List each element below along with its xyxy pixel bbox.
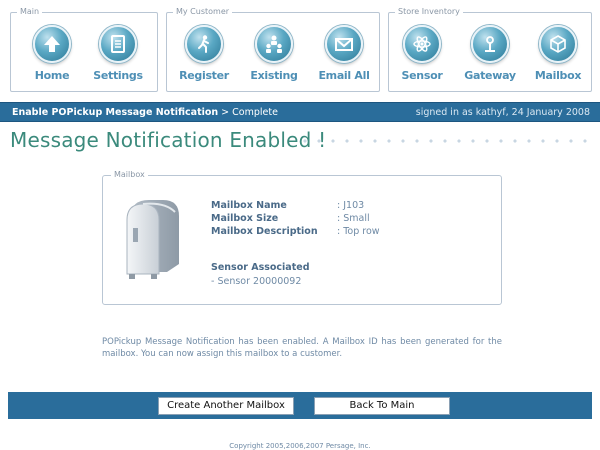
- mailbox-box-icon: [539, 25, 577, 63]
- home-arrow-icon: [33, 25, 71, 63]
- field-label: Mailbox Size: [211, 213, 279, 224]
- sensor-atom-icon: [403, 25, 441, 63]
- nav-label: Existing: [250, 69, 298, 82]
- confirmation-message: POPickup Message Notification has been e…: [102, 337, 502, 359]
- breadcrumb-separator: >: [221, 107, 230, 118]
- page-title: Message Notification Enabled !: [10, 128, 327, 152]
- breadcrumb-step: Complete: [232, 107, 278, 118]
- nav-group-main: Main Home Settings: [10, 6, 158, 92]
- sensor-associated-value: - Sensor 20000092: [211, 276, 302, 287]
- signed-in-info: signed in as kathyf, 24 January 2008: [415, 107, 590, 118]
- panel-label: Mailbox: [111, 169, 148, 181]
- gateway-antenna-icon: [471, 25, 509, 63]
- nav-register-button[interactable]: Register: [177, 25, 231, 89]
- email-envelope-icon: [325, 25, 363, 63]
- settings-document-icon: [99, 25, 137, 63]
- nav-group-store-inventory: Store Inventory Sensor Gateway Mailbox: [388, 6, 592, 92]
- nav-gateway-button[interactable]: Gateway: [463, 25, 517, 89]
- nav-label: Mailbox: [534, 69, 582, 82]
- nav-settings-button[interactable]: Settings: [91, 25, 145, 89]
- status-bar: Enable POPickup Message Notification > Com…: [0, 102, 600, 122]
- existing-users-icon: [255, 25, 293, 63]
- nav-email-all-button[interactable]: Email All: [317, 25, 371, 89]
- create-another-mailbox-button[interactable]: Create Another Mailbox: [158, 397, 294, 415]
- nav-home-button[interactable]: Home: [25, 25, 79, 89]
- nav-mailbox-button[interactable]: Mailbox: [531, 25, 585, 89]
- nav-label: Sensor: [401, 69, 443, 82]
- back-to-main-button[interactable]: Back To Main: [314, 397, 450, 415]
- register-walker-icon: [185, 25, 223, 63]
- nav-group-label: Main: [17, 6, 43, 18]
- title-dotted-divider: [298, 137, 592, 145]
- action-bar: Create Another Mailbox Back To Main: [8, 392, 592, 419]
- nav-group-label: Store Inventory: [395, 6, 463, 18]
- nav-group-label: My Customer: [173, 6, 233, 18]
- nav-label: Gateway: [464, 69, 516, 82]
- breadcrumb-current: Enable POPickup Message Notification: [12, 107, 219, 118]
- sensor-associated-heading: Sensor Associated: [211, 262, 310, 273]
- field-value: : J103: [337, 200, 365, 211]
- nav-sensor-button[interactable]: Sensor: [395, 25, 449, 89]
- mailbox-image: [126, 200, 179, 279]
- nav-existing-button[interactable]: Existing: [247, 25, 301, 89]
- breadcrumb: Enable POPickup Message Notification > Com…: [12, 103, 278, 123]
- nav-label: Email All: [318, 69, 370, 82]
- copyright: Copyright 2005,2006,2007 Persage, Inc.: [229, 442, 371, 450]
- mailbox-panel: Mailbox Mailbox Name : J103 Mailbox Size…: [102, 169, 502, 305]
- field-label: Mailbox Name: [211, 200, 287, 211]
- nav-group-my-customer: My Customer Register Existing Email All: [166, 6, 380, 92]
- nav-label: Home: [34, 69, 70, 82]
- field-label: Mailbox Description: [211, 226, 318, 237]
- field-value: : Top row: [337, 226, 380, 237]
- nav-label: Settings: [93, 69, 143, 82]
- field-value: : Small: [337, 213, 370, 224]
- nav-label: Register: [179, 69, 229, 82]
